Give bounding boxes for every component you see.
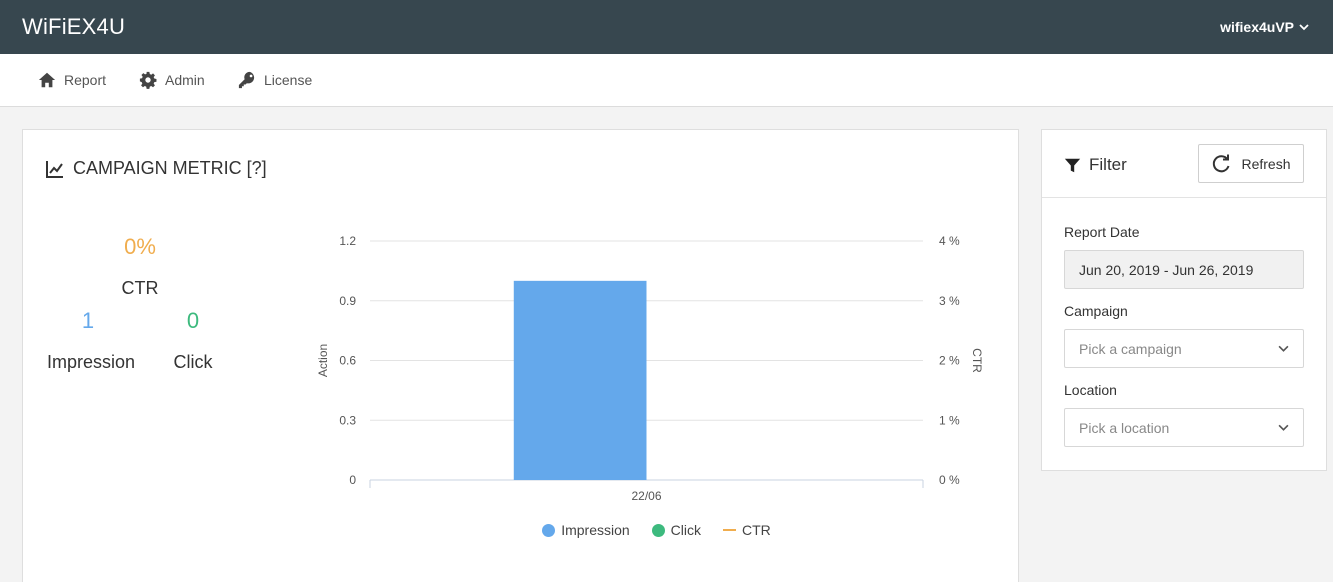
report-date-label: Report Date — [1064, 224, 1140, 240]
campaign-chart: 0 0 % 0.3 1 % 0.6 2 % 0.9 3 % 1.2 4 % 22/06 Action C… — [316, 234, 984, 503]
filter-divider — [1042, 197, 1326, 198]
refresh-icon — [1213, 154, 1230, 172]
refresh-button[interactable]: Refresh — [1198, 144, 1304, 183]
ctr-label: CTR — [121, 278, 159, 298]
user-name: wifiex4uVP — [1220, 19, 1294, 35]
y-tick-label: 0.9 — [339, 294, 356, 308]
panel-title: CAMPAIGN METRIC [?] — [45, 158, 267, 179]
user-menu[interactable]: wifiex4uVP — [1220, 19, 1309, 35]
y2-tick-label: 0 % — [939, 473, 960, 487]
y-tick-label: 0 — [349, 473, 356, 487]
y2-tick-label: 2 % — [939, 354, 960, 368]
filter-panel: Filter Refresh Report Date Jun 20, 2019 … — [1041, 129, 1327, 471]
nav-license-label: License — [264, 72, 313, 88]
legend-impression-label: Impression — [561, 522, 630, 538]
chevron-down-icon — [1278, 345, 1289, 352]
refresh-label: Refresh — [1241, 155, 1291, 172]
y2-axis-label: CTR — [970, 348, 984, 373]
main-nav: Report Admin License — [0, 54, 1333, 107]
click-value-wrap: 0 — [178, 308, 208, 334]
filter-icon — [1064, 158, 1081, 172]
filter-title: Filter — [1089, 155, 1127, 174]
y2-tick-label: 4 % — [939, 234, 960, 248]
click-value: 0 — [186, 308, 200, 333]
chevron-down-icon — [1278, 424, 1289, 431]
location-label: Location — [1064, 382, 1117, 398]
key-icon — [238, 71, 255, 89]
location-select[interactable]: Pick a location — [1064, 408, 1304, 447]
campaign-label: Campaign — [1064, 303, 1128, 319]
click-label: Click — [173, 352, 213, 372]
nav-report-label: Report — [64, 72, 107, 88]
impression-value: 1 — [81, 308, 95, 333]
legend-impression-swatch — [542, 523, 556, 537]
gear-icon — [139, 71, 157, 89]
chart-legend: Impression Click CTR — [23, 522, 1020, 538]
nav-admin[interactable]: Admin — [139, 71, 205, 89]
nav-license[interactable]: License — [238, 71, 312, 89]
campaign-metric-panel: CAMPAIGN METRIC [?] 0% CTR 1 Impression … — [22, 129, 1019, 582]
legend-click-label: Click — [670, 522, 702, 538]
filter-header: Filter — [1064, 155, 1127, 175]
x-tick-label: 22/06 — [631, 489, 661, 503]
y-axis-label: Action — [316, 344, 330, 377]
legend-impression[interactable]: Impression — [542, 522, 630, 538]
ctr-label-wrap: CTR — [113, 278, 167, 299]
ctr-value: 0% — [124, 234, 156, 259]
ctr-stat: 0% — [113, 234, 167, 260]
chevron-down-icon — [1299, 24, 1309, 31]
y-tick-label: 0.3 — [339, 413, 356, 427]
bar-impression — [513, 280, 647, 480]
report-date-value: Jun 20, 2019 - Jun 26, 2019 — [1079, 261, 1254, 278]
top-bar: WiFiEX4U wifiex4uVP — [0, 0, 1333, 54]
y-tick-label: 0.6 — [339, 354, 356, 368]
home-icon — [38, 72, 56, 88]
app-brand[interactable]: WiFiEX4U — [22, 14, 125, 40]
impression-label: Impression — [46, 352, 136, 372]
campaign-metric-title[interactable]: CAMPAIGN METRIC [?] — [73, 158, 267, 179]
nav-report[interactable]: Report — [38, 71, 106, 89]
report-date-field[interactable]: Jun 20, 2019 - Jun 26, 2019 — [1064, 250, 1304, 289]
legend-click-swatch — [651, 523, 665, 537]
y2-tick-label: 3 % — [939, 294, 960, 308]
line-chart-icon — [46, 160, 63, 178]
campaign-placeholder: Pick a campaign — [1079, 340, 1182, 357]
impression-label-wrap: Impression — [45, 352, 137, 373]
nav-admin-label: Admin — [165, 72, 205, 88]
legend-ctr-swatch — [723, 529, 737, 531]
campaign-select[interactable]: Pick a campaign — [1064, 329, 1304, 368]
y-tick-label: 1.2 — [339, 234, 356, 248]
legend-ctr[interactable]: CTR — [723, 522, 771, 538]
y2-tick-label: 1 % — [939, 413, 960, 427]
legend-click[interactable]: Click — [651, 522, 702, 538]
location-placeholder: Pick a location — [1079, 419, 1170, 436]
click-label-wrap: Click — [168, 352, 218, 373]
impression-value-wrap: 1 — [73, 308, 103, 334]
legend-ctr-label: CTR — [742, 522, 771, 538]
